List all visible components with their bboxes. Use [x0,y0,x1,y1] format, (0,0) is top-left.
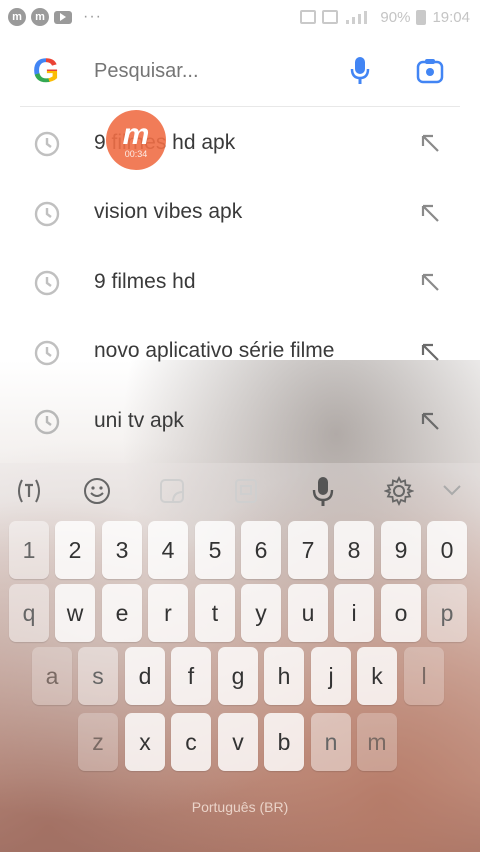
suggestion-item[interactable]: 9 filmes hd [20,247,460,317]
key-x[interactable]: x [125,713,165,771]
key-g[interactable]: g [218,647,258,705]
key-z[interactable]: z [78,713,118,771]
clipboard-icon[interactable] [232,476,260,506]
key-5[interactable]: 5 [195,521,235,579]
key-9[interactable]: 9 [381,521,421,579]
suggestion-item[interactable]: 9 filmes hd apk [20,108,460,178]
key-k[interactable]: k [357,647,397,705]
keyboard: 1 2 3 4 5 6 7 8 9 0 q w e r t y u i o p … [0,463,480,852]
key-w[interactable]: w [55,584,95,642]
chevron-down-icon[interactable] [442,483,462,497]
settings-gear-icon[interactable] [384,476,414,506]
suggestion-list: 9 filmes hd apk vision vibes apk 9 filme… [20,108,460,456]
suggestion-text: uni tv apk [94,408,184,432]
key-p[interactable]: p [427,584,467,642]
suggestion-item[interactable]: uni tv apk [20,386,460,456]
key-1[interactable]: 1 [9,521,49,579]
history-clock-icon [34,409,60,435]
key-i[interactable]: i [334,584,374,642]
emoji-icon[interactable] [82,476,112,506]
google-logo-icon: G [28,53,64,89]
microphone-icon[interactable] [350,56,370,86]
key-2[interactable]: 2 [55,521,95,579]
key-c[interactable]: c [171,713,211,771]
sticker-icon[interactable] [158,476,186,506]
key-n[interactable]: n [311,713,351,771]
recorder-timer: 00:34 [124,149,148,159]
key-8[interactable]: 8 [334,521,374,579]
search-bar[interactable]: G [20,38,460,104]
mute-icon [322,10,339,24]
suggestion-item[interactable]: novo aplicativo série filme [20,317,460,387]
youtube-icon [54,10,72,24]
key-m[interactable]: m [357,713,397,771]
key-l[interactable]: l [404,647,444,705]
suggestion-text: 9 filmes hd [94,269,196,293]
history-clock-icon [34,270,60,296]
key-o[interactable]: o [381,584,421,642]
battery-icon [416,9,427,25]
voice-input-icon[interactable] [312,476,334,508]
fill-query-arrow-icon[interactable] [420,411,440,431]
history-clock-icon [34,131,60,157]
key-j[interactable]: j [311,647,351,705]
clock-time: 19:04 [432,8,470,26]
app-notification-icon: m [8,8,26,26]
suggestion-item[interactable]: vision vibes apk [20,178,460,248]
key-t[interactable]: t [195,584,235,642]
fill-query-arrow-icon[interactable] [420,133,440,153]
key-y[interactable]: y [241,584,281,642]
search-input[interactable] [94,59,324,83]
key-e[interactable]: e [102,584,142,642]
signal-icon [346,11,368,24]
screen-recorder-bubble[interactable]: m 00:34 [106,110,166,170]
key-0[interactable]: 0 [427,521,467,579]
search-divider [20,106,460,107]
battery-percent: 90% [380,8,411,26]
status-bar: m m ··· 90% 19:04 [0,0,480,34]
keyboard-toolbar [0,463,480,519]
fill-query-arrow-icon[interactable] [420,272,440,292]
key-q[interactable]: q [9,584,49,642]
key-b[interactable]: b [264,713,304,771]
suggestion-text: novo aplicativo série filme [94,339,335,363]
key-v[interactable]: v [218,713,258,771]
key-h[interactable]: h [264,647,304,705]
key-a[interactable]: a [32,647,72,705]
key-7[interactable]: 7 [288,521,328,579]
keyboard-language-label: Português (BR) [191,799,289,815]
key-f[interactable]: f [171,647,211,705]
key-4[interactable]: 4 [148,521,188,579]
cast-icon [300,10,317,24]
key-u[interactable]: u [288,584,328,642]
app-notification-icon: m [31,8,49,26]
history-clock-icon [34,201,60,226]
key-d[interactable]: d [125,647,165,705]
text-cursor-icon[interactable] [14,476,44,506]
history-clock-icon [34,340,60,365]
suggestion-text: vision vibes apk [94,200,243,224]
fill-query-arrow-icon[interactable] [420,342,440,362]
more-notifications-icon: ··· [83,8,102,25]
fill-query-arrow-icon[interactable] [420,203,440,223]
key-s[interactable]: s [78,647,118,705]
google-lens-icon[interactable] [416,58,444,84]
key-r[interactable]: r [148,584,188,642]
key-3[interactable]: 3 [102,521,142,579]
recorder-logo-icon: m [122,118,150,151]
key-6[interactable]: 6 [241,521,281,579]
